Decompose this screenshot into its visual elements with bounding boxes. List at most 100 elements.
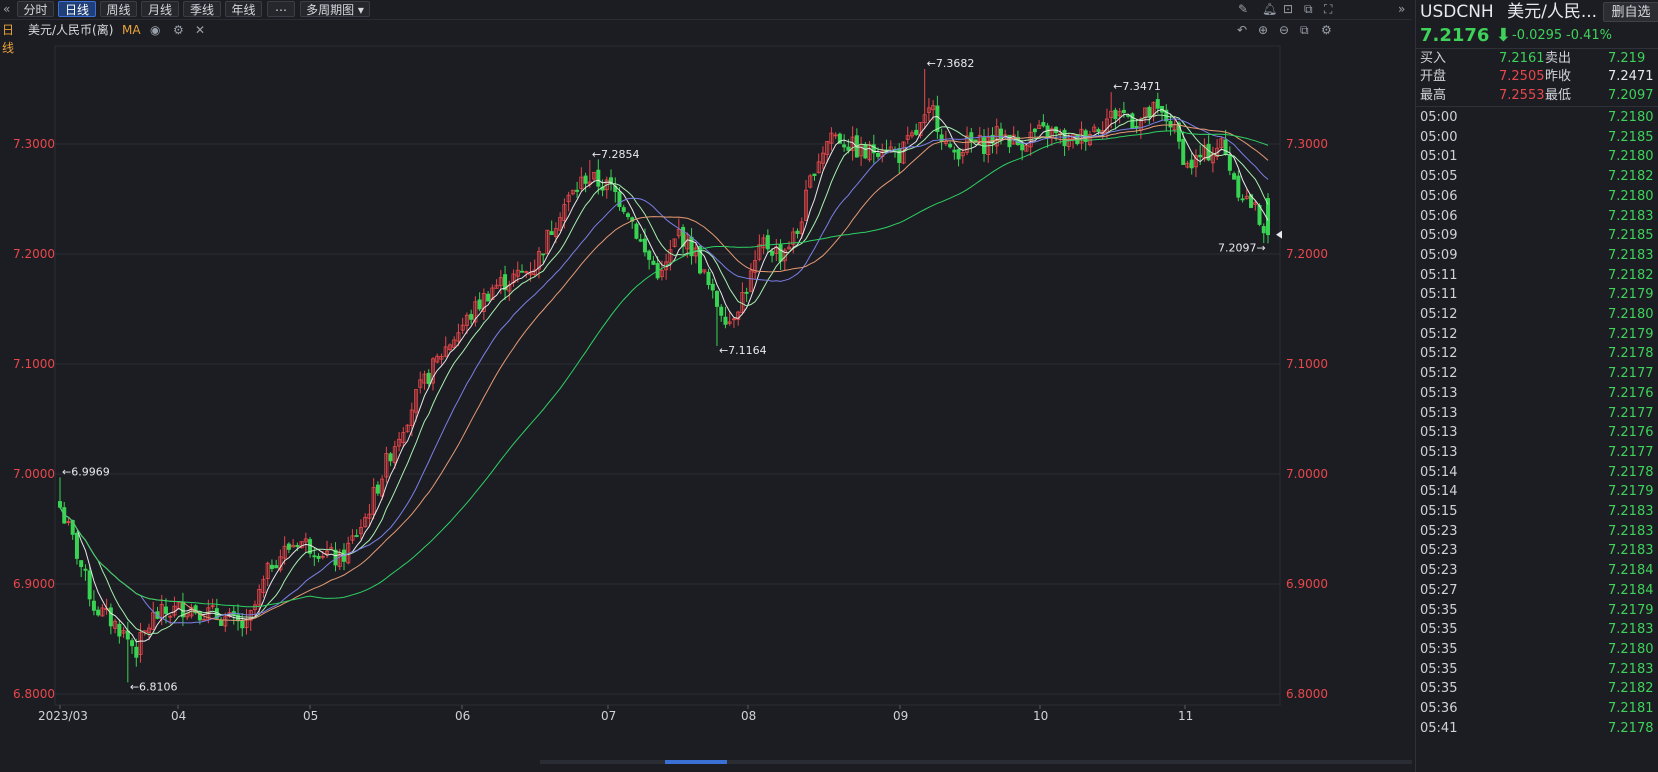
quote-row: 买入 7.2161 卖出 7.219 (1420, 51, 1646, 66)
candle-body (312, 555, 317, 558)
quote-row: 开盘 7.2505 昨收 7.2471 (1420, 69, 1654, 84)
tab-7[interactable]: 多周期图 ▾ (300, 1, 370, 17)
candle-body (723, 316, 728, 325)
indicator-label[interactable]: MA (122, 21, 141, 39)
instrument-label: 美元/人民币(离) (28, 23, 114, 37)
close-icon[interactable]: ✕ (195, 21, 205, 39)
candle-body (477, 299, 482, 310)
tick-row: 05:23 7.2183 (1416, 540, 1658, 561)
candle-body (1181, 138, 1186, 165)
tick-time: 05:06 (1420, 188, 1458, 204)
x-tick-label: 11 (1178, 709, 1193, 723)
tick-price: 7.2181 (1608, 701, 1654, 716)
candlestick-chart[interactable]: 7.3000 7.3000 7.2000 7.2000 7.1000 7.1000 7.00… (0, 40, 1412, 760)
y-tick-label-left: 6.8000 (13, 687, 55, 701)
candle-body (79, 560, 84, 568)
bell-icon[interactable]: 🔔︎ (1262, 0, 1277, 18)
last-price: 7.2176 ⬇ (1420, 25, 1511, 46)
candle-body (134, 646, 139, 658)
tick-time: 05:13 (1420, 405, 1458, 421)
tab-0[interactable]: 分时 (17, 1, 54, 17)
remove-watchlist-button[interactable]: 删自选 (1603, 2, 1658, 22)
tick-time: 05:00 (1420, 129, 1458, 145)
tick-row: 05:15 7.2183 (1416, 501, 1658, 522)
candle-body (426, 372, 431, 385)
candle-body (58, 501, 63, 508)
tick-price: 7.2180 (1608, 641, 1654, 657)
last-price-marker (1276, 230, 1282, 239)
tick-time: 05:06 (1420, 208, 1458, 224)
tick-row: 05:11 7.2179 (1416, 284, 1658, 305)
compare-icon[interactable]: ⧉ (1300, 21, 1309, 39)
tick-price: 7.2184 (1608, 582, 1654, 598)
candle-body (91, 600, 96, 611)
lock-icon[interactable]: ⊡ (1283, 0, 1293, 18)
tab-1[interactable]: 日线 (58, 1, 96, 17)
camera-icon[interactable]: ⧉ (1304, 0, 1313, 18)
candle-body (1062, 129, 1067, 147)
eye-icon[interactable]: ◉ (150, 21, 160, 39)
y-tick-label-left: 7.0000 (13, 467, 55, 481)
tick-row: 05:11 7.2182 (1416, 265, 1658, 286)
price-change-pct: -0.41% (1566, 28, 1612, 43)
ma30-line (59, 123, 1269, 621)
x-tick-label: 2023/03 (38, 709, 88, 723)
fullscreen-icon[interactable]: ⛶ (1324, 0, 1332, 18)
candle-body (647, 250, 652, 260)
tick-price: 7.2183 (1608, 208, 1654, 224)
y-tick-label-right: 7.1000 (1286, 357, 1328, 371)
tab-3[interactable]: 月线 (141, 1, 179, 17)
tab-2[interactable]: 周线 (100, 1, 137, 17)
x-tick-label: 07 (601, 709, 616, 723)
double-chevron-right-icon[interactable]: » (1398, 0, 1405, 18)
tick-price: 7.2178 (1608, 464, 1654, 480)
candle-body (1113, 109, 1118, 120)
zoom-in-icon[interactable]: ⊕ (1258, 21, 1268, 39)
tab-6[interactable]: ⋯ (267, 1, 295, 17)
candle-body (617, 191, 622, 208)
candle-body (897, 148, 902, 163)
tick-price: 7.2183 (1608, 504, 1654, 519)
candle-body (1189, 159, 1194, 169)
candle-body (625, 213, 630, 218)
settings-icon[interactable]: ⚙ (1321, 21, 1332, 39)
undo-icon[interactable]: ↶ (1237, 21, 1247, 39)
symbol: USDCNH (1420, 2, 1494, 22)
tick-time: 05:35 (1420, 641, 1458, 657)
tick-price: 7.2182 (1608, 267, 1654, 283)
y-tick-label-right: 7.3000 (1286, 137, 1328, 151)
tick-time: 05:35 (1420, 681, 1458, 697)
x-tick-label: 10 (1033, 709, 1048, 723)
candle-body (706, 271, 711, 286)
tick-row: 05:35 7.2179 (1416, 600, 1658, 621)
quote-panel: USDCNH 美元/人民... 删自选 7.2176 ⬇ -0.0295 -0.… (1415, 0, 1658, 772)
tick-time: 05:09 (1420, 228, 1458, 244)
price-annotation: ←6.8106 (130, 680, 178, 693)
chart-scrollbar[interactable] (0, 760, 1412, 772)
candle-body (74, 532, 79, 559)
tab-4[interactable]: 季线 (183, 1, 221, 17)
tick-price: 7.2183 (1608, 523, 1654, 539)
candle-body (634, 223, 639, 239)
gear-icon[interactable]: ⚙ (173, 21, 184, 39)
zoom-out-icon[interactable]: ⊖ (1279, 21, 1289, 39)
tab-5[interactable]: 年线 (225, 1, 262, 17)
candle-body (795, 230, 800, 234)
tick-time: 05:41 (1420, 720, 1458, 736)
tick-row: 05:06 7.2183 (1416, 206, 1658, 227)
tick-row: 05:35 7.2183 (1416, 619, 1658, 640)
price-annotation: ←7.3682 (927, 57, 975, 70)
candle-body (714, 291, 719, 307)
tick-time: 05:00 (1420, 110, 1458, 125)
tick-time: 05:01 (1420, 149, 1458, 165)
candle-body (1232, 173, 1237, 180)
scrollbar-thumb[interactable] (665, 760, 727, 764)
tick-row: 05:14 7.2178 (1416, 462, 1658, 483)
tick-row: 05:13 7.2176 (1416, 383, 1658, 404)
tick-row: 05:05 7.2182 (1416, 166, 1658, 187)
candle-body (219, 620, 224, 626)
candle-body (1236, 175, 1241, 198)
pencil-icon[interactable]: ✎ (1238, 0, 1248, 18)
tick-price: 7.2176 (1608, 425, 1654, 441)
double-chevron-left-icon[interactable]: « (3, 0, 10, 18)
